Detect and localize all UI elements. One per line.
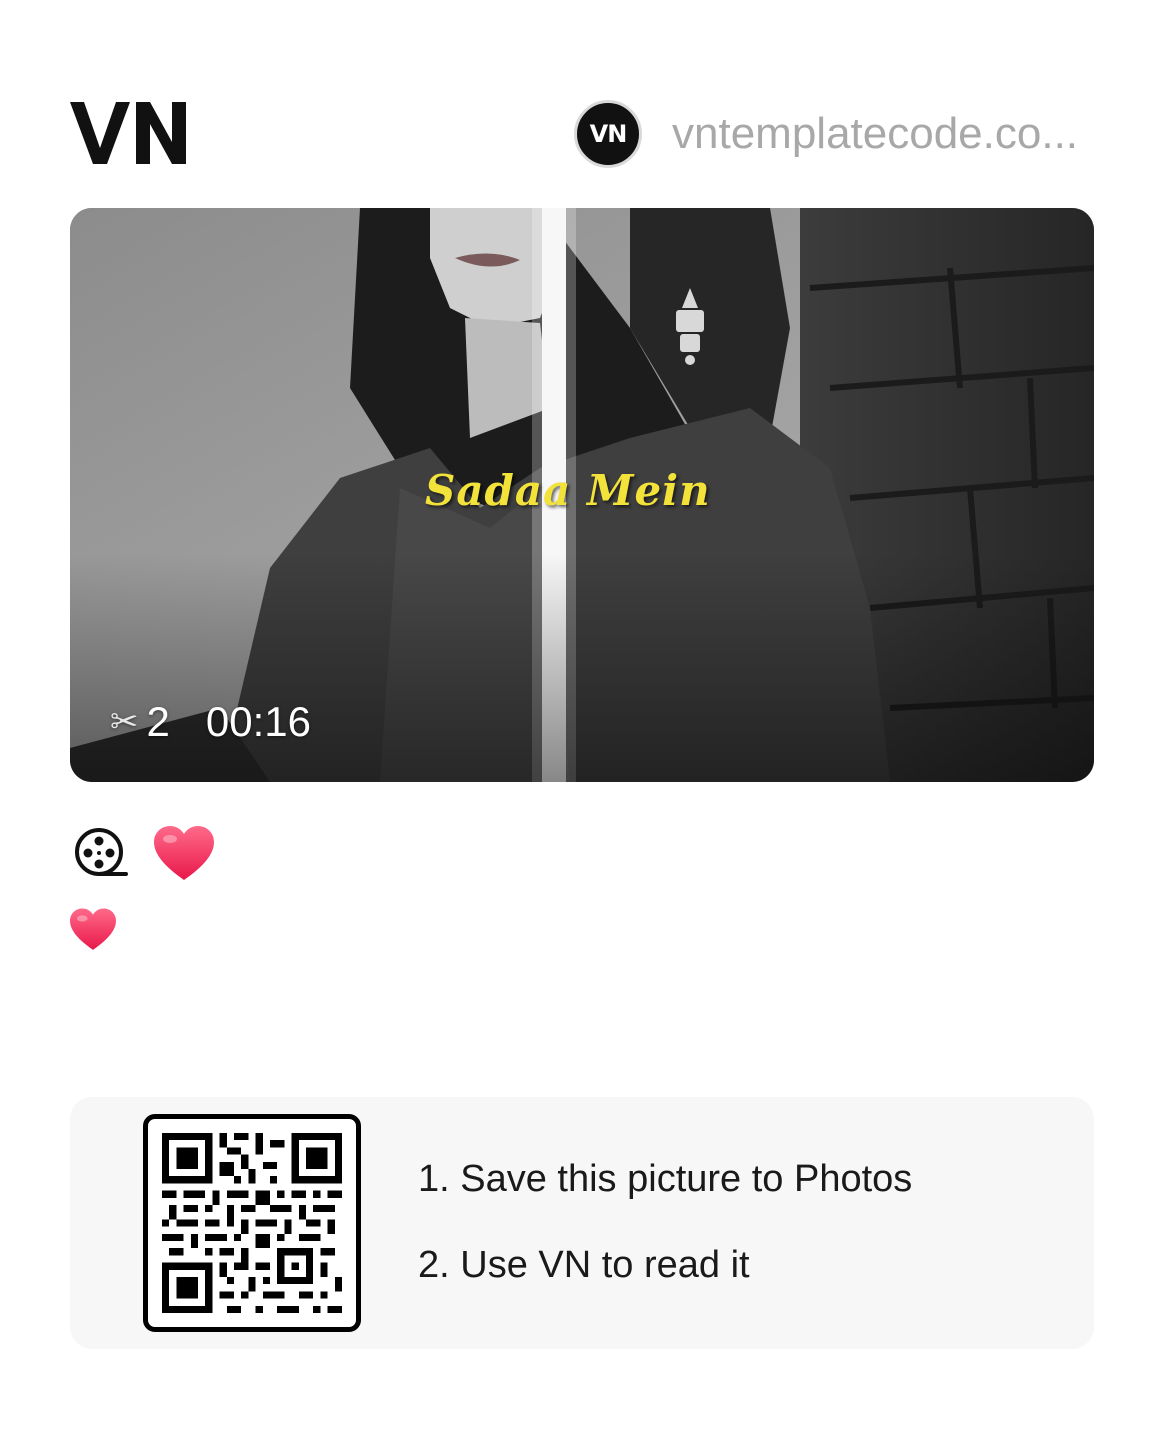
video-duration: 00:16 <box>205 698 311 745</box>
qr-code-icon <box>162 1133 342 1313</box>
vn-logo-icon <box>70 102 186 164</box>
video-meta: ✂ 2 00:16 <box>110 698 311 746</box>
author-name[interactable]: vntemplatecode.co... <box>672 109 1092 159</box>
qr-step-2: 2. Use VN to read it <box>418 1244 750 1286</box>
vn-logo <box>70 98 186 168</box>
qr-step-1: 1. Save this picture to Photos <box>418 1158 913 1200</box>
scissors-icon: ✂ <box>110 703 139 741</box>
author-info[interactable]: VN vntemplatecode.co... <box>574 98 1092 170</box>
qr-code[interactable] <box>143 1114 361 1332</box>
video-caption: Sadaa Mein <box>425 466 711 515</box>
author-avatar[interactable]: VN <box>574 100 642 168</box>
qr-panel: 1. Save this picture to Photos 2. Use VN… <box>70 1097 1094 1349</box>
clips-count: 2 <box>146 698 170 745</box>
video-preview[interactable]: Sadaa Mein ✂ 2 00:16 <box>70 208 1094 782</box>
heart-icon <box>154 826 214 882</box>
heart-icon <box>70 908 116 952</box>
qr-instructions: 1. Save this picture to Photos 2. Use VN… <box>418 1157 912 1287</box>
film-reel-icon <box>74 826 128 880</box>
